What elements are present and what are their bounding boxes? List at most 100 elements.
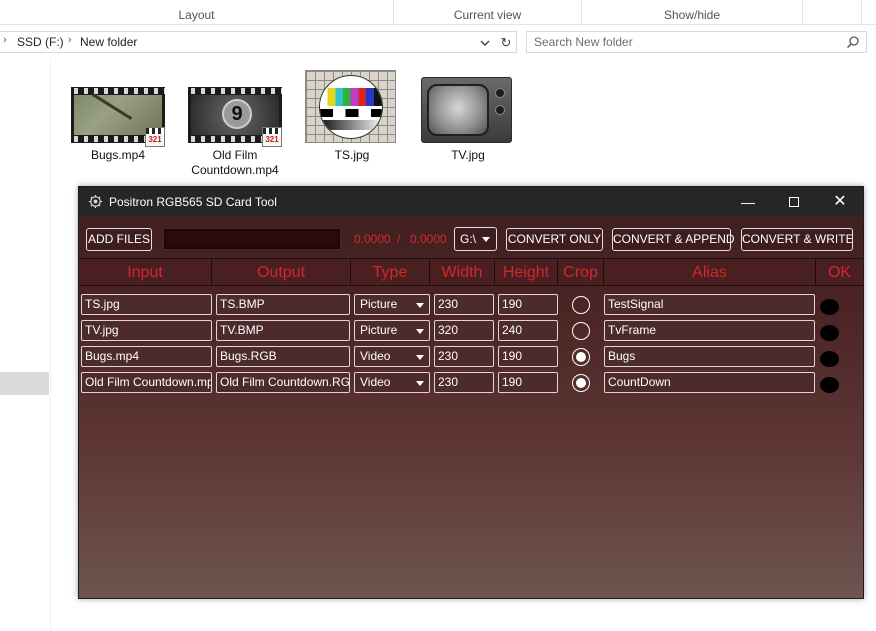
- ribbon-divider: [802, 0, 803, 25]
- image-file-icon: [305, 70, 396, 143]
- add-files-button[interactable]: ADD FILES: [86, 228, 152, 251]
- file-item-bugs[interactable]: 321 Bugs.mp4: [63, 85, 173, 165]
- breadcrumb-folder[interactable]: New folder: [80, 35, 137, 49]
- chevron-down-icon: [416, 329, 424, 334]
- width-field[interactable]: 230: [434, 372, 494, 393]
- file-name-line-2: Countdown.mp4: [191, 163, 279, 177]
- height-field[interactable]: 240: [498, 320, 558, 341]
- ok-status-indicator: [820, 299, 839, 315]
- column-header-input: Input: [79, 259, 212, 286]
- alias-field[interactable]: CountDown: [604, 372, 815, 393]
- minimize-button[interactable]: —: [725, 187, 771, 217]
- file-name: TS.jpg: [334, 148, 370, 162]
- crop-radio[interactable]: [572, 296, 590, 314]
- alias-field[interactable]: TestSignal: [604, 294, 815, 315]
- type-select[interactable]: Video: [354, 372, 430, 393]
- file-item-tv[interactable]: TV.jpg: [413, 69, 523, 164]
- ribbon: Layout Current view Show/hide: [0, 0, 876, 25]
- ribbon-group-current-view[interactable]: Current view: [394, 0, 581, 25]
- type-select[interactable]: Picture: [354, 320, 430, 341]
- output-file-field[interactable]: TV.BMP: [216, 320, 350, 341]
- input-file-field[interactable]: Old Film Countdown.mp4: [81, 372, 212, 393]
- chevron-right-icon: ›: [3, 34, 7, 46]
- column-header-type: Type: [351, 259, 430, 286]
- file-name-line-1: Old Film: [212, 148, 258, 162]
- chevron-down-icon: [416, 303, 424, 308]
- close-button[interactable]: ✕: [817, 187, 863, 217]
- column-header-ok: OK: [827, 264, 852, 281]
- type-select[interactable]: Video: [354, 346, 430, 367]
- output-file-field[interactable]: Old Film Countdown.RGB: [216, 372, 350, 393]
- height-field[interactable]: 190: [498, 372, 558, 393]
- chevron-down-icon: [416, 381, 424, 386]
- ribbon-divider: [861, 0, 862, 25]
- output-file-field[interactable]: TS.BMP: [216, 294, 350, 315]
- drive-select-value: G:\: [460, 232, 477, 246]
- app-titlebar[interactable]: Positron RGB565 SD Card Tool — ✕: [79, 187, 863, 217]
- search-placeholder: Search New folder: [534, 35, 633, 49]
- progress-bar: [163, 228, 341, 250]
- table-header: Input Output Type Width Height Crop Alia…: [79, 258, 863, 286]
- crop-radio[interactable]: [572, 322, 590, 340]
- column-header-alias: Alias: [604, 259, 816, 286]
- progress-counter-separator: /: [397, 232, 401, 246]
- type-select-value: Picture: [360, 323, 398, 337]
- type-select[interactable]: Picture: [354, 294, 430, 315]
- height-field[interactable]: 190: [498, 294, 558, 315]
- width-field[interactable]: 230: [434, 346, 494, 367]
- breadcrumb-drive[interactable]: SSD (F:): [17, 35, 64, 49]
- chevron-down-icon: [416, 355, 424, 360]
- input-file-field[interactable]: TS.jpg: [81, 294, 212, 315]
- width-field[interactable]: 230: [434, 294, 494, 315]
- ribbon-group-layout[interactable]: Layout: [0, 0, 393, 25]
- chevron-down-icon: [482, 237, 490, 242]
- column-header-width: Width: [430, 259, 495, 286]
- screen: Layout Current view Show/hide › SSD (F:)…: [0, 0, 876, 631]
- width-field[interactable]: 320: [434, 320, 494, 341]
- input-file-field[interactable]: Bugs.mp4: [81, 346, 212, 367]
- media-player-badge-icon: 321: [262, 127, 282, 147]
- maximize-button[interactable]: [771, 187, 817, 217]
- crop-radio[interactable]: [572, 348, 590, 366]
- ok-status-indicator: [820, 351, 839, 367]
- type-select-value: Video: [360, 375, 391, 389]
- close-icon: ✕: [833, 193, 847, 210]
- type-select-value: Picture: [360, 297, 398, 311]
- type-select-value: Video: [360, 349, 391, 363]
- file-item-ts[interactable]: TS.jpg: [297, 69, 407, 164]
- drive-select[interactable]: G:\: [454, 227, 497, 251]
- convert-write-button[interactable]: CONVERT & WRITE: [741, 228, 854, 251]
- alias-field[interactable]: TvFrame: [604, 320, 815, 341]
- column-header-crop: Crop: [558, 259, 604, 286]
- convert-only-button[interactable]: CONVERT ONLY: [506, 228, 603, 251]
- height-field[interactable]: 190: [498, 346, 558, 367]
- chevron-down-icon[interactable]: [478, 36, 492, 50]
- nav-pane-selected-item[interactable]: [0, 372, 49, 395]
- refresh-icon[interactable]: ↻: [497, 34, 515, 52]
- file-name: TV.jpg: [451, 148, 485, 162]
- app-window: Positron RGB565 SD Card Tool — ✕ ADD FIL…: [78, 186, 864, 599]
- progress-counter-current: 0.0000: [354, 232, 391, 246]
- address-bar[interactable]: › SSD (F:) › New folder ↻: [0, 31, 517, 53]
- search-input[interactable]: Search New folder: [526, 31, 867, 53]
- column-header-height: Height: [495, 259, 558, 286]
- input-file-field[interactable]: TV.jpg: [81, 320, 212, 341]
- alias-field[interactable]: Bugs: [604, 346, 815, 367]
- ribbon-group-show-hide[interactable]: Show/hide: [582, 0, 802, 25]
- file-name: Bugs.mp4: [90, 148, 146, 162]
- column-header-output: Output: [212, 259, 351, 286]
- output-file-field[interactable]: Bugs.RGB: [216, 346, 350, 367]
- file-item-old-film-countdown[interactable]: 9 321 Old Film Countdown.mp4: [180, 85, 290, 180]
- media-player-badge-icon: 321: [145, 127, 165, 147]
- ok-status-indicator: [820, 377, 839, 393]
- minimize-icon: —: [741, 194, 755, 210]
- ok-status-indicator: [820, 325, 839, 341]
- progress-counter-total: 0.0000: [410, 232, 447, 246]
- crop-radio[interactable]: [572, 374, 590, 392]
- nav-pane-divider: [50, 60, 51, 631]
- convert-append-button[interactable]: CONVERT & APPEND: [612, 228, 735, 251]
- app-title: Positron RGB565 SD Card Tool: [109, 195, 277, 209]
- chevron-right-icon: ›: [68, 34, 72, 46]
- image-file-icon: [421, 77, 512, 143]
- search-icon[interactable]: [846, 35, 860, 49]
